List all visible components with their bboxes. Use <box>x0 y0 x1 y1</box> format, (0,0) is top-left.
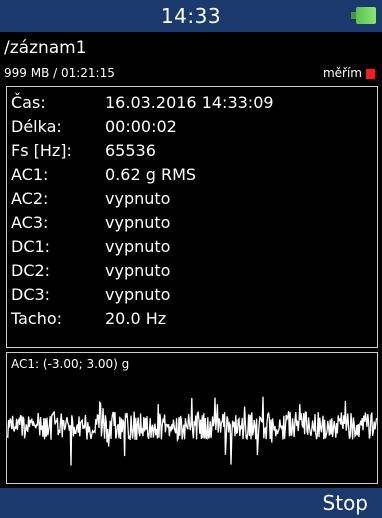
info-value-dc1: vypnuto <box>105 237 171 256</box>
info-label-dc2: DC2: <box>11 261 51 280</box>
info-label-dc3: DC3: <box>11 285 51 304</box>
storage-status: 999 MB / 01:21:15 <box>4 66 115 80</box>
signal-waveform <box>7 396 377 466</box>
info-label-ac1: AC1: <box>11 165 49 184</box>
clock-display: 14:33 <box>160 4 222 28</box>
info-label-tacho: Tacho: <box>11 309 63 328</box>
measuring-status: měřím <box>322 66 362 80</box>
info-value-time: 16.03.2016 14:33:09 <box>105 93 274 112</box>
recording-indicator-icon <box>366 69 375 79</box>
info-label-duration: Délka: <box>11 117 62 136</box>
info-label-dc1: DC1: <box>11 237 51 256</box>
info-label-ac2: AC2: <box>11 189 49 208</box>
info-value-duration: 00:00:02 <box>105 117 177 136</box>
battery-icon <box>346 7 376 24</box>
info-label-ac3: AC3: <box>11 213 49 232</box>
stop-button[interactable]: Stop <box>323 488 368 518</box>
recording-path: /záznam1 <box>4 38 87 58</box>
battery-fill <box>351 7 376 24</box>
info-label-sampling-frequency: Fs [Hz]: <box>11 141 72 160</box>
info-value-dc2: vypnuto <box>105 261 171 280</box>
waveform-path <box>7 396 377 466</box>
info-value-sampling-frequency: 65536 <box>105 141 156 160</box>
info-value-ac2: vypnuto <box>105 189 171 208</box>
info-value-tacho: 20.0 Hz <box>105 309 167 328</box>
signal-graph-panel: AC1: (-3.00; 3.00) g <box>6 352 378 484</box>
info-value-ac3: vypnuto <box>105 213 171 232</box>
info-value-dc3: vypnuto <box>105 285 171 304</box>
signal-graph-label: AC1: (-3.00; 3.00) g <box>11 357 130 371</box>
info-label-time: Čas: <box>11 93 46 112</box>
measurement-info-panel: Čas: 16.03.2016 14:33:09 Délka: 00:00:02… <box>6 86 378 348</box>
info-value-ac1: 0.62 g RMS <box>105 165 197 184</box>
